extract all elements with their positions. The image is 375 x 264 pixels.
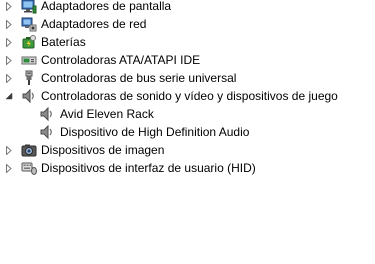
tree-item-label: Dispositivo de High Definition Audio [60, 125, 250, 139]
tree-item-network-adapters[interactable]: Adaptadores de red [0, 15, 375, 33]
camera-icon [21, 142, 37, 158]
usb-controller-icon [21, 70, 37, 86]
tree-item-hd-audio-device[interactable]: Dispositivo de High Definition Audio [0, 123, 375, 141]
expand-arrow-icon[interactable] [4, 51, 14, 69]
speaker-icon [39, 124, 55, 140]
tree-item-hid-devices[interactable]: Dispositivos de interfaz de usuario (HID… [0, 159, 375, 177]
expand-arrow-icon[interactable] [4, 15, 14, 33]
speaker-icon [39, 106, 55, 122]
tree-item-batteries[interactable]: Baterías [0, 33, 375, 51]
tree-item-label: Controladoras ATA/ATAPI IDE [41, 53, 201, 67]
expand-arrow-icon[interactable] [4, 33, 14, 51]
expand-arrow-icon[interactable] [4, 0, 14, 15]
tree-item-sound-video-game-controllers[interactable]: Controladoras de sonido y vídeo y dispos… [0, 87, 375, 105]
tree-item-usb-controllers[interactable]: Controladoras de bus serie universal [0, 69, 375, 87]
ide-controller-icon [21, 52, 37, 68]
sound-video-game-icon [21, 88, 37, 104]
tree-item-label: Adaptadores de red [41, 17, 147, 31]
tree-item-label: Avid Eleven Rack [60, 107, 154, 121]
expand-arrow-icon[interactable] [4, 69, 14, 87]
expand-arrow-icon[interactable] [4, 159, 14, 177]
device-tree: Adaptadores de pantalla Adaptadores de r… [0, 0, 375, 177]
tree-item-label: Dispositivos de imagen [41, 143, 165, 157]
tree-item-label: Baterías [41, 35, 86, 49]
tree-item-display-adapters[interactable]: Adaptadores de pantalla [0, 0, 375, 15]
tree-item-label: Controladoras de bus serie universal [41, 71, 237, 85]
tree-item-label: Controladoras de sonido y vídeo y dispos… [41, 89, 338, 103]
network-adapter-icon [21, 16, 37, 32]
tree-item-ide-controllers[interactable]: Controladoras ATA/ATAPI IDE [0, 51, 375, 69]
expand-arrow-icon[interactable] [4, 141, 14, 159]
tree-item-avid-eleven-rack[interactable]: Avid Eleven Rack [0, 105, 375, 123]
tree-item-label: Dispositivos de interfaz de usuario (HID… [41, 161, 256, 175]
tree-item-imaging-devices[interactable]: Dispositivos de imagen [0, 141, 375, 159]
display-adapter-icon [21, 0, 37, 14]
collapse-arrow-icon[interactable] [4, 87, 14, 105]
tree-item-label: Adaptadores de pantalla [41, 0, 172, 13]
battery-icon [21, 34, 37, 50]
hid-icon [21, 160, 37, 176]
